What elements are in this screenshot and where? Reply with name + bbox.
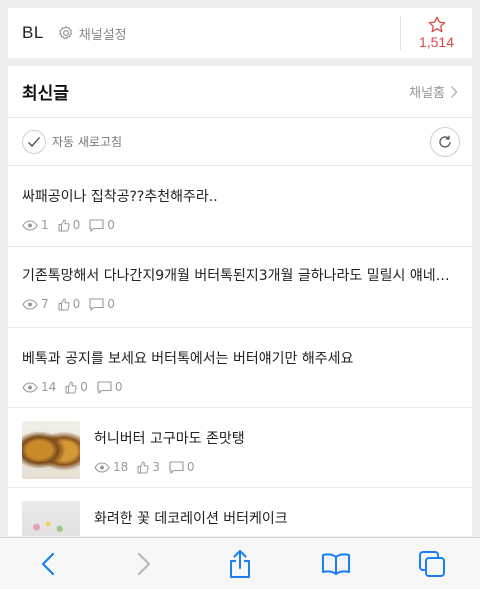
post-item[interactable]: 화려한 꽃 데코레이션 버터케이크: [8, 488, 472, 536]
latest-posts-panel: 최신글 채널홈 자동 새로고침 싸패공이나 집착공??추천해주라.. 1 0 0…: [8, 66, 472, 536]
post-meta: 7 0 0: [22, 297, 458, 311]
like-count-value: 0: [72, 218, 81, 232]
post-title: 화려한 꽃 데코레이션 버터케이크: [94, 511, 288, 527]
channel-home-link[interactable]: 채널홈: [409, 82, 458, 101]
post-meta: 18 3 0: [94, 460, 245, 474]
like-count: 0: [58, 218, 81, 232]
comment-icon: [89, 218, 104, 232]
post-title: 기존톡망해서 다나간지9개월 버터톡된지3개월 글하나라도 밀릴시 얘네들...: [22, 268, 458, 284]
like-count-value: 0: [80, 380, 88, 394]
like-count-value: 3: [152, 460, 160, 474]
eye-icon: [22, 219, 38, 231]
channel-settings-button[interactable]: 채널설정: [58, 24, 127, 43]
post-thumbnail: [22, 421, 80, 479]
share-button[interactable]: [220, 544, 260, 584]
post-title: 싸패공이나 집착공??추천해주라..: [22, 189, 218, 205]
refresh-button[interactable]: [430, 126, 460, 157]
post-meta: 1 0 0: [22, 218, 458, 232]
panel-title: 최신글: [22, 84, 69, 104]
comment-count-value: 0: [186, 460, 195, 474]
back-button[interactable]: [28, 544, 68, 584]
browser-toolbar: [0, 537, 480, 589]
comment-count-value: 0: [114, 380, 123, 394]
gear-icon: [58, 25, 72, 40]
post-item[interactable]: 싸패공이나 집착공??추천해주라.. 1 0 0: [8, 166, 472, 247]
channel-header: BL 채널설정 1,514: [8, 8, 472, 58]
eye-icon: [22, 298, 38, 310]
refresh-row: 자동 새로고침: [8, 118, 472, 166]
view-count-value: 1: [41, 218, 49, 232]
post-item[interactable]: 기존톡망해서 다나간지9개월 버터톡된지3개월 글하나라도 밀릴시 얘네들...…: [8, 247, 472, 328]
post-title: 허니버터 고구마도 존맛탱: [94, 431, 245, 447]
like-count: 0: [65, 380, 88, 394]
post-title: 베톡과 공지를 보세요 버터톡에서는 버터얘기만 해주세요: [22, 351, 354, 367]
view-count-value: 7: [41, 297, 49, 311]
star-icon: [428, 16, 445, 33]
view-count: 1: [22, 218, 49, 232]
comment-count: 0: [89, 297, 115, 311]
channel-settings-label: 채널설정: [78, 27, 127, 43]
tabs-icon: [419, 550, 445, 577]
back-icon: [41, 552, 55, 575]
panel-header: 최신글 채널홈: [8, 66, 472, 118]
channel-home-label: 채널홈: [409, 86, 445, 101]
favorite-count: 1,514: [418, 34, 455, 50]
like-count: 3: [137, 460, 160, 474]
bookmarks-icon: [322, 552, 350, 575]
favorite-button[interactable]: 1,514: [400, 16, 472, 50]
channel-brand[interactable]: BL: [22, 23, 44, 43]
auto-refresh-toggle[interactable]: 자동 새로고침: [22, 129, 123, 154]
bookmarks-button[interactable]: [316, 544, 356, 584]
view-count: 14: [22, 380, 56, 394]
like-count: 0: [58, 297, 81, 311]
comment-icon: [97, 380, 112, 394]
comment-icon: [169, 460, 184, 474]
eye-icon: [94, 461, 110, 473]
post-thumbnail: [22, 501, 80, 536]
thumbs-up-icon: [65, 380, 77, 393]
view-count-value: 18: [113, 460, 129, 474]
tabs-button[interactable]: [412, 544, 452, 584]
post-item[interactable]: 베톡과 공지를 보세요 버터톡에서는 버터얘기만 해주세요 14 0 0: [8, 328, 472, 408]
chevron-right-icon: [451, 85, 458, 98]
post-body: 화려한 꽃 데코레이션 버터케이크: [94, 501, 288, 536]
eye-icon: [22, 381, 38, 393]
refresh-icon: [439, 135, 451, 148]
checkmark-icon: [22, 129, 46, 154]
comment-icon: [89, 297, 104, 311]
comment-count: 0: [89, 218, 115, 232]
thumbs-up-icon: [137, 460, 149, 473]
view-count: 18: [94, 460, 128, 474]
thumbs-up-icon: [58, 218, 70, 231]
forward-button[interactable]: [124, 544, 164, 584]
comment-count-value: 0: [107, 218, 115, 232]
post-body: 허니버터 고구마도 존맛탱 18 3 0: [94, 421, 245, 487]
auto-refresh-label: 자동 새로고침: [52, 135, 123, 149]
forward-icon: [137, 552, 151, 575]
view-count: 7: [22, 297, 49, 311]
comment-count: 0: [97, 380, 123, 394]
like-count-value: 0: [72, 297, 81, 311]
share-icon: [230, 549, 250, 578]
comment-count-value: 0: [107, 297, 115, 311]
post-meta: 14 0 0: [22, 380, 458, 394]
view-count-value: 14: [41, 380, 57, 394]
comment-count: 0: [169, 460, 195, 474]
thumbs-up-icon: [58, 297, 70, 310]
post-item[interactable]: 허니버터 고구마도 존맛탱 18 3 0: [8, 408, 472, 488]
